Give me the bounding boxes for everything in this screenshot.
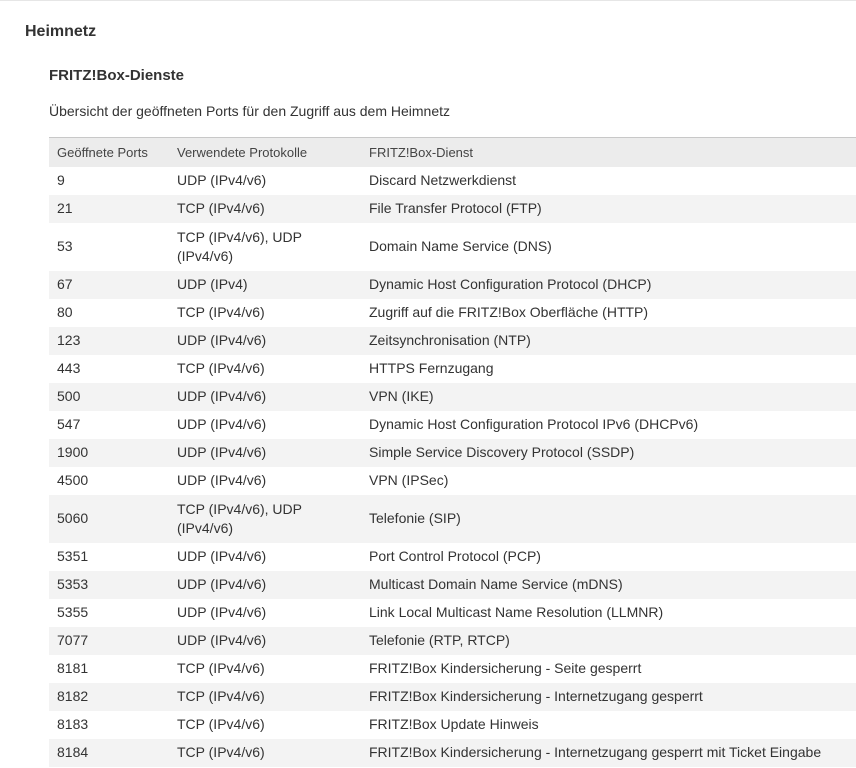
port-cell: 443 [57, 360, 81, 376]
service-cell: VPN (IKE) [369, 388, 434, 404]
service-cell: Dynamic Host Configuration Protocol IPv6… [369, 416, 699, 432]
port-cell: 500 [57, 388, 81, 404]
protocol-cell: UDP (IPv4/v6) [177, 444, 267, 460]
table-row: 9 UDP (IPv4/v6) Discard Netzwerkdienst [49, 166, 856, 195]
port-cell: 7077 [57, 632, 89, 648]
protocol-cell: TCP (IPv4/v6) [177, 304, 265, 320]
port-cell: 8181 [57, 660, 89, 676]
table-body: 9 UDP (IPv4/v6) Discard Netzwerkdienst 21 TC… [49, 166, 856, 767]
subsection-description: Übersicht der geöffneten Ports für den Z… [49, 103, 451, 119]
port-cell: 4500 [57, 472, 89, 488]
table-row: 123 UDP (IPv4/v6) Zeitsynchronisation (NTP… [49, 326, 856, 355]
service-cell: Zeitsynchronisation (NTP) [369, 332, 531, 348]
table-row: 1900 UDP (IPv4/v6) Simple Service Discover… [49, 438, 856, 467]
service-cell: Telefonie (SIP) [369, 510, 461, 526]
protocol-cell: UDP (IPv4/v6) [177, 332, 267, 348]
port-cell: 8182 [57, 688, 89, 704]
protocol-cell: TCP (IPv4/v6) [177, 688, 265, 704]
column-header-protocols: Verwendete Protokolle [177, 144, 308, 160]
table-row: 4500 UDP (IPv4/v6) VPN (IPSec) [49, 466, 856, 495]
protocol-cell: TCP (IPv4/v6) [177, 744, 265, 760]
service-cell: FRITZ!Box Kindersicherung - Seite gesper… [369, 660, 642, 676]
protocol-cell: UDP (IPv4/v6) [177, 576, 267, 592]
protocol-cell: UDP (IPv4/v6) [177, 472, 267, 488]
port-cell: 5355 [57, 604, 89, 620]
table-row: 5351 UDP (IPv4/v6) Port Control Protocol (… [49, 542, 856, 571]
table-row: 547 UDP (IPv4/v6) Dynamic Host Configurati… [49, 410, 856, 439]
protocol-cell: UDP (IPv4) [177, 276, 248, 292]
service-cell: FRITZ!Box Kindersicherung - Internetzuga… [369, 688, 703, 704]
column-header-service: FRITZ!Box-Dienst [369, 144, 474, 160]
service-cell: Telefonie (RTP, RTCP) [369, 632, 510, 648]
port-cell: 8183 [57, 716, 89, 732]
service-cell: Domain Name Service (DNS) [369, 238, 552, 254]
service-cell: FRITZ!Box Update Hinweis [369, 716, 539, 732]
open-ports-table: Geöffnete Ports Verwendete Protokolle FR… [49, 137, 856, 767]
service-cell: Link Local Multicast Name Resolution (LL… [369, 604, 664, 620]
table-row: 80 TCP (IPv4/v6) Zugriff auf die FRITZ!Box… [49, 298, 856, 327]
port-cell: 80 [57, 304, 73, 320]
protocol-cell: TCP (IPv4/v6), UDP (IPv4/v6) [177, 228, 302, 264]
protocol-cell: TCP (IPv4/v6) [177, 716, 265, 732]
port-cell: 8184 [57, 744, 89, 760]
service-cell: VPN (IPSec) [369, 472, 449, 488]
table-row: 8181 TCP (IPv4/v6) FRITZ!Box Kindersicheru… [49, 654, 856, 683]
protocol-cell: TCP (IPv4/v6) [177, 360, 265, 376]
protocol-cell: UDP (IPv4/v6) [177, 604, 267, 620]
table-row: 67 UDP (IPv4) Dynamic Host Configuration P… [49, 270, 856, 299]
port-cell: 5353 [57, 576, 89, 592]
protocol-cell: UDP (IPv4/v6) [177, 632, 267, 648]
service-cell: HTTPS Fernzugang [369, 360, 494, 376]
protocol-cell: UDP (IPv4/v6) [177, 172, 267, 188]
subsection-title: FRITZ!Box-Dienste [49, 67, 184, 84]
table-row: 5353 UDP (IPv4/v6) Multicast Domain Name S… [49, 570, 856, 599]
port-cell: 123 [57, 332, 81, 348]
protocol-cell: UDP (IPv4/v6) [177, 388, 267, 404]
service-cell: Discard Netzwerkdienst [369, 172, 517, 188]
service-cell: Dynamic Host Configuration Protocol (DHC… [369, 276, 652, 292]
service-cell: File Transfer Protocol (FTP) [369, 200, 542, 216]
protocol-cell: TCP (IPv4/v6), UDP (IPv4/v6) [177, 500, 302, 536]
table-row: 443 TCP (IPv4/v6) HTTPS Fernzugang [49, 354, 856, 383]
port-cell: 67 [57, 276, 73, 292]
protocol-cell: TCP (IPv4/v6) [177, 200, 265, 216]
service-cell: FRITZ!Box Kindersicherung - Internetzuga… [369, 744, 822, 760]
table-row: 5060 TCP (IPv4/v6), UDP (IPv4/v6) Telefoni… [49, 494, 856, 543]
page: Heimnetz FRITZ!Box-Dienste Übersicht der… [0, 0, 856, 768]
table-header-row: Geöffnete Ports Verwendete Protokolle FR… [49, 137, 856, 167]
port-cell: 9 [57, 172, 65, 188]
port-cell: 547 [57, 416, 81, 432]
service-cell: Zugriff auf die FRITZ!Box Oberfläche (HT… [369, 304, 649, 320]
column-header-ports: Geöffnete Ports [57, 144, 148, 160]
port-cell: 5060 [57, 510, 89, 526]
table-row: 8184 TCP (IPv4/v6) FRITZ!Box Kindersicheru… [49, 738, 856, 767]
section-title: Heimnetz [25, 23, 97, 40]
table-row: 500 UDP (IPv4/v6) VPN (IKE) [49, 382, 856, 411]
service-cell: Multicast Domain Name Service (mDNS) [369, 576, 623, 592]
protocol-cell: TCP (IPv4/v6) [177, 660, 265, 676]
port-cell: 1900 [57, 444, 89, 460]
table-row: 8183 TCP (IPv4/v6) FRITZ!Box Update Hinwei… [49, 710, 856, 739]
table-row: 21 TCP (IPv4/v6) File Transfer Protocol (F… [49, 194, 856, 223]
service-cell: Port Control Protocol (PCP) [369, 548, 541, 564]
table-row: 7077 UDP (IPv4/v6) Telefonie (RTP, RTCP) [49, 626, 856, 655]
service-cell: Simple Service Discovery Protocol (SSDP) [369, 444, 635, 460]
protocol-cell: UDP (IPv4/v6) [177, 548, 267, 564]
table-row: 53 TCP (IPv4/v6), UDP (IPv4/v6) Domain Nam… [49, 222, 856, 271]
protocol-cell: UDP (IPv4/v6) [177, 416, 267, 432]
table-row: 8182 TCP (IPv4/v6) FRITZ!Box Kindersicheru… [49, 682, 856, 711]
table-row: 5355 UDP (IPv4/v6) Link Local Multicast Na… [49, 598, 856, 627]
port-cell: 21 [57, 200, 73, 216]
port-cell: 5351 [57, 548, 89, 564]
port-cell: 53 [57, 238, 73, 254]
